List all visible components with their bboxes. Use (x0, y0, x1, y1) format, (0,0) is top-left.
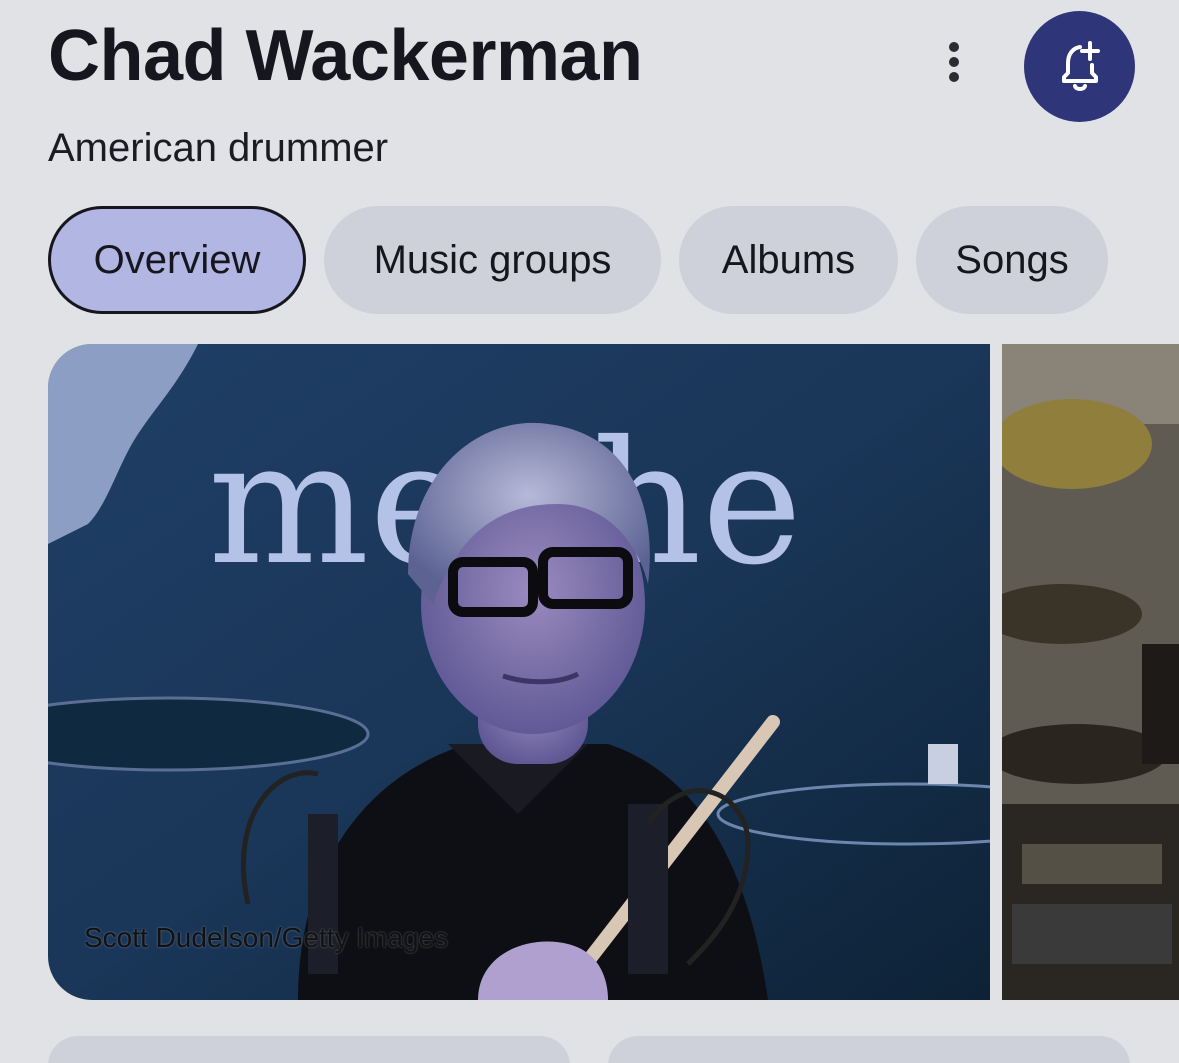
drum-kit-photo (1002, 344, 1179, 1000)
tab-music-groups[interactable]: Music groups (324, 206, 661, 314)
main-photo[interactable]: me the Scott Dudelson/Getty Images (48, 344, 990, 1000)
photo-credit: Scott Dudelson/Getty Images (84, 922, 449, 953)
info-card[interactable] (48, 1036, 570, 1063)
tab-bar: Overview Music groups Albums Songs (48, 206, 1108, 314)
follow-button[interactable] (1024, 11, 1135, 122)
more-vert-icon (949, 42, 959, 82)
tab-overview[interactable]: Overview (48, 206, 306, 314)
image-carousel[interactable]: me the Scott Dudelson/Getty Images (48, 344, 1179, 1000)
info-card[interactable] (608, 1036, 1130, 1063)
second-photo[interactable] (1002, 344, 1179, 1000)
tab-albums[interactable]: Albums (679, 206, 898, 314)
page-title: Chad Wackerman (48, 16, 643, 96)
tab-songs[interactable]: Songs (916, 206, 1108, 314)
knowledge-panel: Chad Wackerman American drummer Overview… (0, 0, 1179, 1063)
more-options-button[interactable] (924, 32, 984, 92)
bell-plus-icon (1061, 40, 1100, 91)
page-subtitle: American drummer (48, 126, 389, 170)
drummer-photo: me the (48, 344, 990, 1000)
